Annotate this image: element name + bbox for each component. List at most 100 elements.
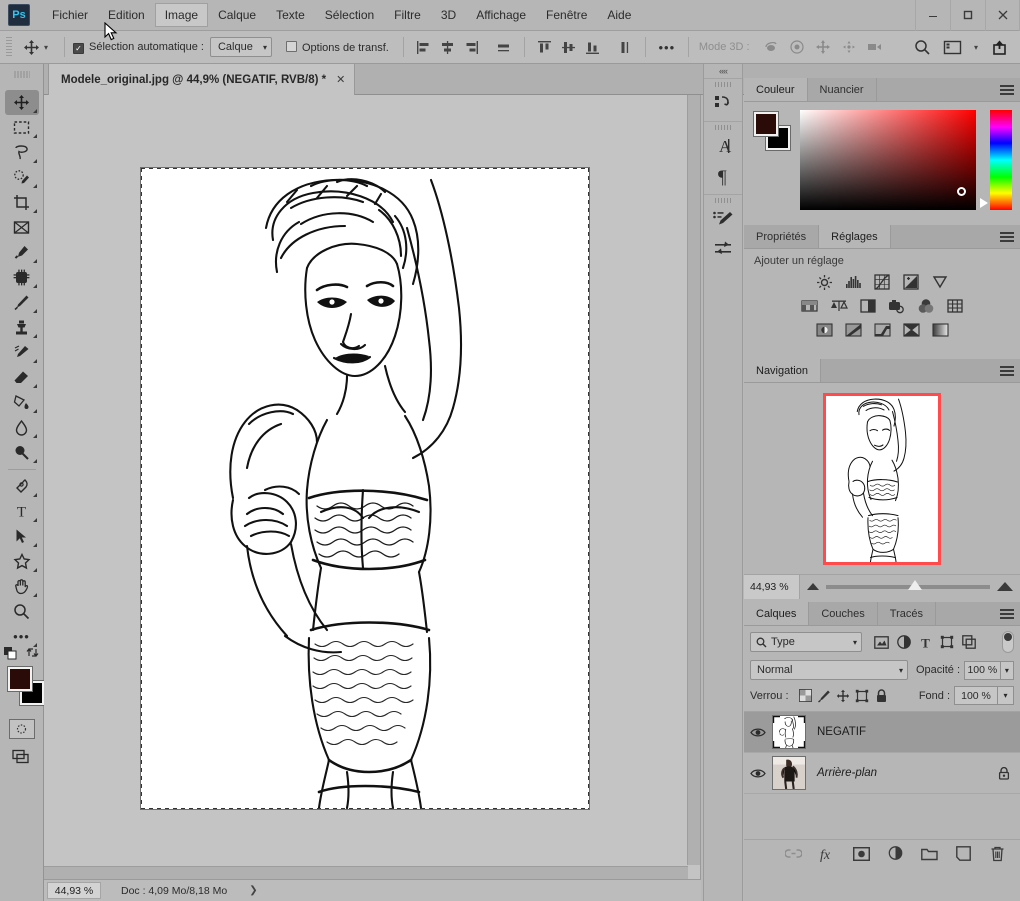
rail-grip[interactable] bbox=[715, 198, 731, 203]
tab-traces[interactable]: Tracés bbox=[878, 602, 936, 625]
zoom-tool[interactable] bbox=[5, 599, 39, 624]
layer-thumbnail[interactable] bbox=[772, 756, 806, 790]
layer-filter-dropdown[interactable]: Type ▾ bbox=[750, 632, 862, 652]
history-icon[interactable] bbox=[706, 88, 740, 118]
align-left-edges-icon[interactable] bbox=[412, 36, 436, 58]
layer-visibility-icon[interactable] bbox=[744, 727, 772, 738]
layer-visibility-icon[interactable] bbox=[744, 768, 772, 779]
chevron-down-icon[interactable]: ▾ bbox=[974, 43, 978, 52]
opacity-value[interactable]: 100 % bbox=[964, 660, 1001, 680]
orbit-3d-icon[interactable] bbox=[758, 35, 784, 59]
brush-presets-icon[interactable] bbox=[706, 234, 740, 264]
navigator-thumbnail[interactable] bbox=[823, 393, 941, 565]
foreground-color-swatch[interactable] bbox=[6, 666, 33, 692]
spot-healing-brush-tool[interactable] bbox=[5, 265, 39, 290]
panel-menu-icon[interactable] bbox=[1000, 602, 1014, 626]
auto-select-checkbox[interactable]: ✓ bbox=[73, 42, 85, 54]
hue-saturation-icon[interactable] bbox=[800, 297, 820, 315]
quick-selection-tool[interactable] bbox=[5, 165, 39, 190]
distribute-horizontal-icon[interactable] bbox=[492, 36, 516, 58]
camera-3d-icon[interactable] bbox=[862, 35, 888, 59]
tab-proprietes[interactable]: Propriétés bbox=[744, 225, 820, 248]
distribute-vertical-icon[interactable] bbox=[613, 36, 637, 58]
layer-name[interactable]: NEGATIF bbox=[817, 726, 866, 738]
menu-texte[interactable]: Texte bbox=[266, 3, 315, 27]
menu-aide[interactable]: Aide bbox=[597, 3, 641, 27]
canvas-horizontal-scrollbar[interactable] bbox=[44, 866, 688, 879]
roll-3d-icon[interactable] bbox=[784, 35, 810, 59]
delete-layer-icon[interactable] bbox=[988, 845, 1006, 863]
link-layers-icon[interactable] bbox=[784, 845, 802, 863]
hand-tool[interactable] bbox=[5, 574, 39, 599]
menu-edition[interactable]: Edition bbox=[98, 3, 155, 27]
layer-thumbnail[interactable] bbox=[772, 715, 806, 749]
workspace-icon[interactable] bbox=[940, 35, 966, 59]
opacity-chevron-down-icon[interactable]: ▾ bbox=[1000, 660, 1014, 680]
foreground-color-swatch[interactable] bbox=[753, 111, 779, 137]
move-tool[interactable] bbox=[4, 90, 39, 115]
menu-calque[interactable]: Calque bbox=[208, 3, 266, 27]
transform-options-checkbox[interactable] bbox=[285, 40, 297, 52]
brush-tool[interactable] bbox=[5, 290, 39, 315]
rectangular-marquee-tool[interactable] bbox=[5, 115, 39, 140]
panel-menu-icon[interactable] bbox=[1000, 78, 1014, 102]
tab-couches[interactable]: Couches bbox=[809, 602, 878, 625]
filter-smart-object-icon[interactable] bbox=[962, 635, 976, 649]
document-tab[interactable]: Modele_original.jpg @ 44,9% (NEGATIF, RV… bbox=[48, 64, 356, 95]
auto-select-option[interactable]: ✓ Sélection automatique : bbox=[73, 41, 204, 54]
tab-nuancier[interactable]: Nuancier bbox=[808, 78, 877, 101]
zoom-slider-knob[interactable] bbox=[908, 579, 922, 590]
black-white-icon[interactable] bbox=[858, 297, 878, 315]
saturation-value-picker[interactable] bbox=[800, 110, 976, 210]
threshold-icon[interactable] bbox=[872, 321, 892, 339]
brush-settings-icon[interactable] bbox=[706, 204, 740, 234]
menu-affichage[interactable]: Affichage bbox=[466, 3, 536, 27]
selective-color-icon[interactable] bbox=[901, 321, 921, 339]
swap-colors-icon[interactable] bbox=[26, 646, 39, 659]
photo-filter-icon[interactable] bbox=[887, 297, 907, 315]
filter-type-icon[interactable]: T bbox=[919, 636, 932, 649]
paragraph-panel-icon[interactable]: ¶ bbox=[706, 161, 740, 191]
posterize-icon[interactable] bbox=[843, 321, 863, 339]
clone-stamp-tool[interactable] bbox=[5, 315, 39, 340]
blur-tool[interactable] bbox=[5, 415, 39, 440]
move-tool-icon[interactable] bbox=[18, 35, 44, 59]
pan-3d-icon[interactable] bbox=[810, 35, 836, 59]
menu-fichier[interactable]: Fichier bbox=[42, 3, 98, 27]
rail-grip[interactable] bbox=[715, 125, 731, 130]
lock-transparent-pixels-icon[interactable] bbox=[796, 687, 815, 705]
zoom-slider[interactable] bbox=[826, 579, 990, 590]
panel-menu-icon[interactable] bbox=[1000, 359, 1014, 383]
minimize-button[interactable] bbox=[915, 0, 950, 31]
close-document-icon[interactable]: ✕ bbox=[336, 73, 345, 86]
transform-options-option[interactable]: Options de transf. bbox=[285, 40, 389, 54]
pen-tool[interactable] bbox=[5, 474, 39, 499]
custom-shape-tool[interactable] bbox=[5, 549, 39, 574]
channel-mixer-icon[interactable] bbox=[916, 297, 936, 315]
align-right-edges-icon[interactable] bbox=[460, 36, 484, 58]
status-expand-icon[interactable]: ❯ bbox=[249, 885, 257, 896]
rail-grip[interactable] bbox=[715, 82, 731, 87]
artboard[interactable] bbox=[140, 167, 590, 810]
options-bar-grip[interactable] bbox=[6, 37, 12, 57]
filter-shape-icon[interactable] bbox=[940, 635, 954, 649]
color-balance-icon[interactable] bbox=[829, 297, 849, 315]
menu-fenetre[interactable]: Fenêtre bbox=[536, 3, 597, 27]
character-panel-icon[interactable]: A bbox=[706, 131, 740, 161]
curves-icon[interactable] bbox=[872, 273, 892, 291]
layer-style-icon[interactable]: fx bbox=[818, 845, 836, 863]
canvas-area[interactable] bbox=[44, 95, 701, 879]
search-icon[interactable] bbox=[910, 35, 936, 59]
expand-panels-icon[interactable]: «« bbox=[704, 64, 742, 78]
status-zoom-field[interactable]: 44,93 % bbox=[47, 882, 101, 899]
levels-icon[interactable] bbox=[843, 273, 863, 291]
lock-image-pixels-icon[interactable] bbox=[815, 687, 834, 705]
hue-slider[interactable] bbox=[980, 110, 1012, 210]
maximize-button[interactable] bbox=[950, 0, 985, 31]
brightness-contrast-icon[interactable] bbox=[814, 273, 834, 291]
lock-all-icon[interactable] bbox=[872, 687, 891, 705]
menu-selection[interactable]: Sélection bbox=[315, 3, 384, 27]
tab-couleur[interactable]: Couleur bbox=[744, 78, 808, 101]
new-layer-icon[interactable] bbox=[954, 845, 972, 863]
quick-mask-mode-button[interactable] bbox=[8, 719, 35, 739]
